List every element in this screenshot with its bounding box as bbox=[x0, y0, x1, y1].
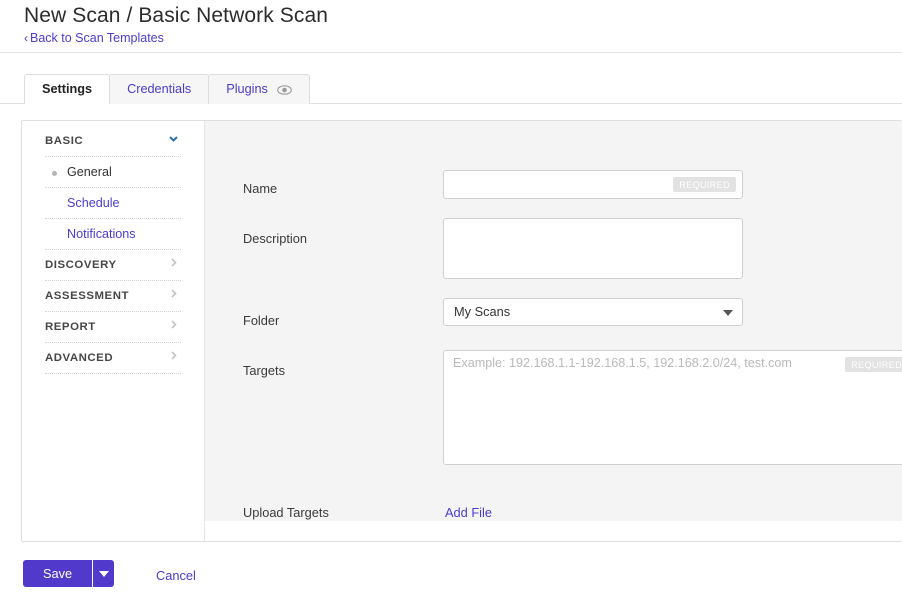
chevron-down-icon bbox=[99, 571, 109, 577]
description-field-wrap bbox=[443, 218, 743, 279]
sidebar-item-schedule-label: Schedule bbox=[67, 196, 120, 210]
targets-field-wrap: REQUIRED bbox=[443, 350, 902, 465]
sidebar-section-discovery[interactable]: DISCOVERY bbox=[45, 250, 181, 281]
tab-credentials-label: Credentials bbox=[127, 82, 191, 96]
upload-targets-label: Upload Targets bbox=[243, 505, 329, 520]
tab-plugins[interactable]: Plugins bbox=[208, 74, 310, 104]
chevron-right-icon bbox=[168, 343, 179, 374]
tab-credentials[interactable]: Credentials bbox=[109, 74, 209, 104]
folder-select-value: My Scans bbox=[454, 304, 510, 319]
tab-list: Settings Credentials Plugins bbox=[24, 74, 309, 104]
folder-select[interactable]: My Scans bbox=[443, 298, 743, 326]
name-input[interactable] bbox=[443, 170, 743, 199]
chevron-right-icon bbox=[168, 281, 179, 312]
form-footer: Save Cancel bbox=[0, 558, 902, 595]
page-header: New Scan / Basic Network Scan ‹Back to S… bbox=[0, 0, 902, 53]
sidebar-section-basic-label: BASIC bbox=[45, 135, 83, 147]
page-title: New Scan / Basic Network Scan bbox=[24, 4, 328, 28]
settings-sidebar: BASIC General Schedule Notifications DIS… bbox=[22, 121, 205, 541]
save-dropdown-button[interactable] bbox=[92, 560, 114, 587]
tab-settings-label: Settings bbox=[42, 82, 92, 96]
back-to-scan-templates-link[interactable]: ‹Back to Scan Templates bbox=[24, 31, 164, 45]
save-button[interactable]: Save bbox=[23, 560, 92, 587]
add-file-link[interactable]: Add File bbox=[445, 505, 492, 520]
name-field-wrap: REQUIRED bbox=[443, 170, 743, 199]
sidebar-item-notifications-label: Notifications bbox=[67, 227, 136, 241]
cancel-button[interactable]: Cancel bbox=[150, 567, 202, 584]
active-bullet-icon bbox=[52, 171, 57, 176]
chevron-right-icon bbox=[168, 312, 179, 343]
chevron-right-icon bbox=[168, 250, 179, 281]
sidebar-section-report[interactable]: REPORT bbox=[45, 312, 181, 343]
sidebar-item-general-label: General bbox=[67, 165, 112, 179]
save-button-group: Save bbox=[23, 560, 114, 587]
folder-label: Folder bbox=[243, 313, 279, 328]
tab-plugins-label: Plugins bbox=[226, 82, 268, 96]
sidebar-section-basic[interactable]: BASIC bbox=[45, 126, 181, 157]
sidebar-item-notifications[interactable]: Notifications bbox=[45, 219, 181, 250]
chevron-down-icon bbox=[168, 126, 179, 157]
back-link-label: Back to Scan Templates bbox=[30, 31, 164, 45]
sidebar-section-report-label: REPORT bbox=[45, 321, 96, 333]
description-textarea[interactable] bbox=[443, 218, 743, 279]
sidebar-section-discovery-label: DISCOVERY bbox=[45, 259, 117, 271]
chevron-left-icon: ‹ bbox=[24, 31, 28, 45]
targets-label: Targets bbox=[243, 363, 285, 378]
tab-settings[interactable]: Settings bbox=[24, 74, 110, 104]
folder-select-wrap: My Scans bbox=[443, 298, 743, 326]
targets-textarea[interactable] bbox=[443, 350, 902, 465]
sidebar-section-assessment-label: ASSESSMENT bbox=[45, 290, 129, 302]
tab-strip: Settings Credentials Plugins bbox=[0, 53, 902, 104]
description-label: Description bbox=[243, 231, 307, 246]
eye-icon bbox=[277, 77, 292, 106]
sidebar-item-schedule[interactable]: Schedule bbox=[45, 188, 181, 219]
sidebar-section-advanced-label: ADVANCED bbox=[45, 352, 113, 364]
sidebar-section-assessment[interactable]: ASSESSMENT bbox=[45, 281, 181, 312]
settings-panel: Name REQUIRED Description Folder My Scan… bbox=[205, 121, 902, 521]
sidebar-section-advanced[interactable]: ADVANCED bbox=[45, 343, 181, 374]
settings-card: BASIC General Schedule Notifications DIS… bbox=[21, 120, 902, 542]
sidebar-item-general[interactable]: General bbox=[45, 157, 181, 188]
name-label: Name bbox=[243, 181, 277, 196]
